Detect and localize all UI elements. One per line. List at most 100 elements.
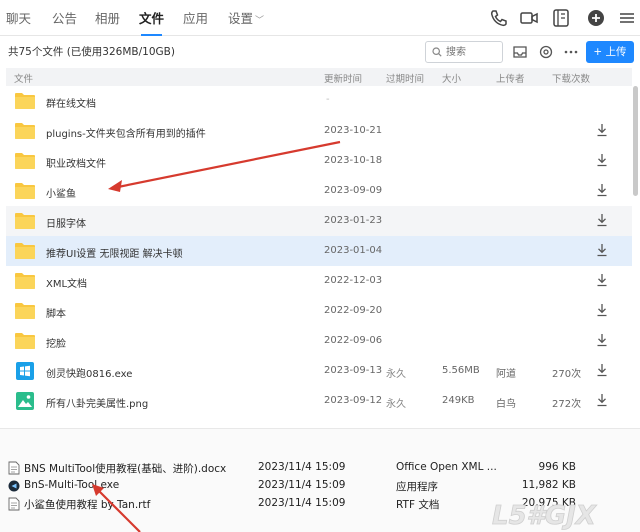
download-icon[interactable] [596,303,608,317]
explorer-file-date: 2023/11/4 15:09 [258,479,346,491]
updated-date: 2023-01-04 [324,245,383,256]
tab-settings[interactable]: 设置 ﹀ [228,9,264,29]
scrollbar-thumb[interactable] [633,86,638,196]
phone-icon[interactable] [488,7,510,29]
table-row[interactable]: 挖脸 2022-09-06 [6,326,632,356]
download-icon[interactable] [596,243,608,257]
explorer-file-row[interactable]: BNS MultiTool使用教程(基础、进阶).docx 2023/11/4 1… [0,459,640,477]
column-header-downloads[interactable]: 下载次数 [552,71,590,85]
menu-icon[interactable] [616,7,638,29]
download-icon[interactable] [596,273,608,287]
table-row[interactable]: XML文档 2022-12-03 [6,266,632,296]
folder-icon [15,93,35,109]
folder-icon [15,303,35,319]
download-icon[interactable] [596,183,608,197]
download-icon[interactable] [596,153,608,167]
file-name[interactable]: 挖脸 [46,335,66,350]
download-icon[interactable] [596,333,608,347]
file-name[interactable]: 群在线文档 [46,95,96,110]
file-name[interactable]: 所有八卦完美属性.png [46,395,148,410]
notes-icon[interactable] [550,7,572,29]
tab-album[interactable]: 相册 [95,9,120,29]
explorer-file-date: 2023/11/4 15:09 [258,497,346,509]
top-navigation: 聊天 公告 相册 文件 应用 设置 ﹀ [0,0,640,36]
explorer-file-row[interactable]: BnS-Multi-Tool.exe 2023/11/4 15:09 应用程序 11,… [0,477,640,495]
download-icon[interactable] [596,393,608,407]
search-icon [432,47,442,57]
column-header-name[interactable]: 文件 [14,71,33,85]
table-header: 文件 更新时间 过期时间 大小 上传者 下载次数 [6,68,632,86]
folder-icon [15,213,35,229]
search-input[interactable] [446,45,498,59]
inbox-icon[interactable] [511,43,529,61]
svg-text:L5#GJX: L5#GJX [492,501,598,530]
updated-date: 2023-10-18 [324,155,383,166]
tab-apps[interactable]: 应用 [183,9,208,29]
file-name[interactable]: XML文档 [46,275,87,290]
tab-files[interactable]: 文件 [139,9,164,36]
explorer-file-name[interactable]: 小鲨鱼使用教程 by Tan.rtf [24,497,150,512]
table-row[interactable]: 小鲨鱼 2023-09-09 [6,176,632,206]
file-name[interactable]: 创灵快跑0816.exe [46,365,132,380]
settings-icon[interactable] [537,43,555,61]
file-name[interactable]: 脚本 [46,305,66,320]
table-row[interactable]: 群在线文档 - [6,86,632,116]
folder-icon [15,123,35,139]
file-size: 5.56MB [442,365,480,376]
table-row[interactable]: 所有八卦完美属性.png 2023-09-12 永久 249KB 白鸟 272次 [6,386,632,416]
search-box[interactable] [425,41,503,63]
file-size: 249KB [442,395,475,406]
updated-date: 2022-09-06 [324,335,383,346]
tab-announcements[interactable]: 公告 [52,9,77,29]
download-icon[interactable] [596,213,608,227]
tab-settings-label: 设置 [228,11,254,26]
uploader-name: 白鸟 [496,399,516,410]
file-name[interactable]: 推荐UI设置 无限视距 解决卡顿 [46,245,183,260]
updated-date: 2023-09-13 [324,365,383,376]
updated-date: 2023-09-09 [324,185,383,196]
table-row[interactable]: plugins-文件夹包含所有用到的插件 2023-10-21 [6,116,632,146]
updated-date: 2023-01-23 [324,215,383,226]
file-name[interactable]: 职业改档文件 [46,155,106,170]
table-row[interactable]: 日服字体 2023-01-23 [6,206,632,236]
file-name[interactable]: plugins-文件夹包含所有用到的插件 [46,125,206,140]
tab-chat[interactable]: 聊天 [6,9,31,29]
app-file-icon [8,480,20,492]
file-summary: 共75个文件 (已使用326MB/10GB) [8,46,175,58]
column-header-expire[interactable]: 过期时间 [386,71,424,85]
file-name[interactable]: 日服字体 [46,215,86,230]
updated-date: 2022-12-03 [324,275,383,286]
folder-icon [15,273,35,289]
table-row[interactable]: 推荐UI设置 无限视距 解决卡顿 2023-01-04 [6,236,632,266]
table-row[interactable]: 职业改档文件 2023-10-18 [6,146,632,176]
column-header-uploader[interactable]: 上传者 [496,71,525,85]
folder-icon [15,333,35,349]
explorer-file-name[interactable]: BnS-Multi-Tool.exe [24,479,119,491]
watermark-logo: L5#GJX [492,501,599,530]
column-header-updated[interactable]: 更新时间 [324,71,362,85]
folder-icon [15,183,35,199]
chevron-down-icon: ﹀ [255,16,265,26]
table-row[interactable]: 创灵快跑0816.exe 2023-09-13 永久 5.56MB 阿道 270次 [6,356,632,386]
rtf-file-icon [8,497,20,511]
file-toolbar: 共75个文件 (已使用326MB/10GB) + 上传 [0,36,640,68]
upload-button[interactable]: + 上传 [586,41,634,63]
video-call-icon[interactable] [518,7,540,29]
explorer-file-size: 11,982 KB [521,479,576,491]
file-list: 群在线文档 - plugins-文件夹包含所有用到的插件 2023-10-21 职业改档… [6,86,632,420]
table-row[interactable]: 脚本 2022-09-20 [6,296,632,326]
uploader-name: 阿道 [496,369,516,380]
exe-icon [16,362,34,380]
explorer-file-size: 996 KB [538,461,576,473]
explorer-file-name[interactable]: BNS MultiTool使用教程(基础、进阶).docx [24,461,226,476]
download-icon[interactable] [596,123,608,137]
download-count: 272次 [552,399,582,410]
expire-time: 永久 [386,369,406,380]
expire-time: 永久 [386,399,406,410]
download-icon[interactable] [596,363,608,377]
more-icon[interactable] [562,43,580,61]
file-name[interactable]: 小鲨鱼 [46,185,76,200]
image-icon [16,392,34,410]
column-header-size[interactable]: 大小 [442,71,461,85]
add-icon[interactable] [585,7,607,29]
